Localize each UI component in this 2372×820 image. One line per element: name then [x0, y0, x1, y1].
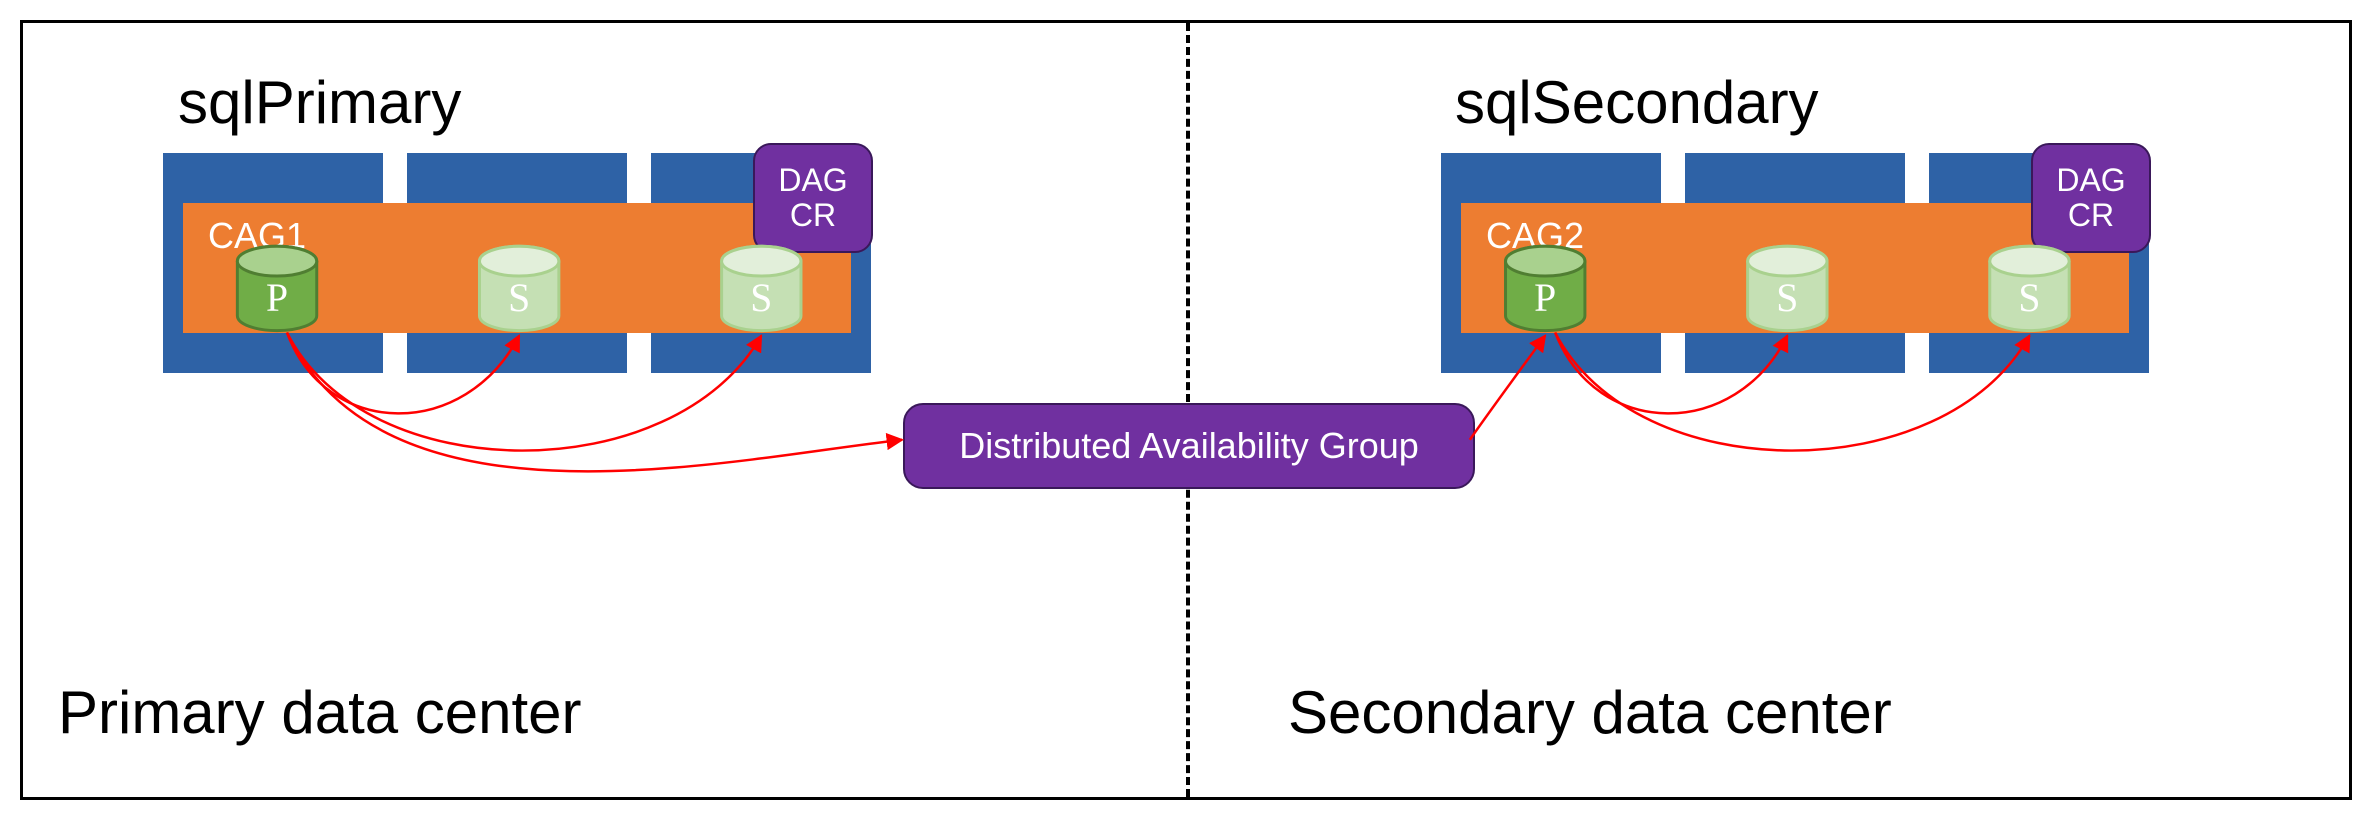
sql-primary-title: sqlPrimary	[178, 68, 461, 137]
secondary-dag-badge: DAG CR	[2031, 143, 2151, 253]
dag-center-label: Distributed Availability Group	[903, 403, 1475, 489]
primary-dag-badge: DAG CR	[753, 143, 873, 253]
primary-dag-line1: DAG	[778, 163, 847, 198]
sql-secondary-title: sqlSecondary	[1455, 68, 1819, 137]
primary-dag-line2: CR	[790, 198, 836, 233]
secondary-dag-line2: CR	[2068, 198, 2114, 233]
primary-cag-label: CAG1	[208, 215, 306, 257]
primary-dc-title: Primary data center	[58, 678, 582, 747]
diagram-frame: sqlPrimary Primary data center sqlSecond…	[20, 20, 2352, 800]
secondary-dc-title: Secondary data center	[1288, 678, 1892, 747]
secondary-cag-label: CAG2	[1486, 215, 1584, 257]
secondary-dag-line1: DAG	[2056, 163, 2125, 198]
